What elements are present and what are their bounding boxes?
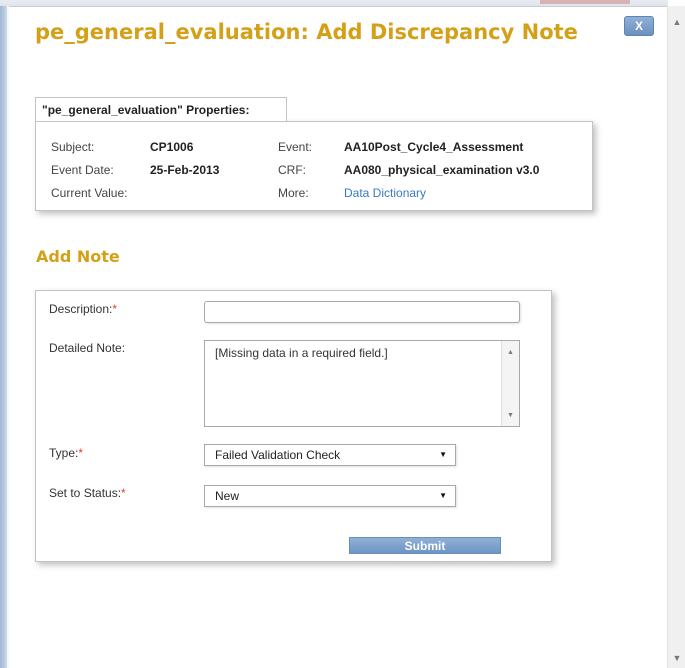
page-scrollbar[interactable]: ▲ ▼ xyxy=(667,6,685,668)
status-select-value: New xyxy=(215,489,240,503)
type-label: Type:* xyxy=(49,446,83,460)
dropdown-arrow-icon: ▼ xyxy=(439,450,447,459)
description-input[interactable] xyxy=(204,301,520,323)
crf-label: CRF: xyxy=(278,163,306,177)
detailed-note-label: Detailed Note: xyxy=(49,341,126,355)
properties-header: "pe_general_evaluation" Properties: xyxy=(35,97,287,121)
type-label-text: Type: xyxy=(49,446,79,460)
required-marker: * xyxy=(78,446,84,460)
add-note-heading: Add Note xyxy=(36,247,120,266)
event-date-label: Event Date: xyxy=(51,163,114,177)
event-date-value: 25-Feb-2013 xyxy=(150,163,220,177)
properties-panel: Subject: CP1006 Event Date: 25-Feb-2013 … xyxy=(35,121,593,211)
description-label-text: Description: xyxy=(49,302,113,316)
detailed-note-textarea[interactable]: [Missing data in a required field.] ▲ ▼ xyxy=(204,340,520,427)
current-value-label: Current Value: xyxy=(51,186,128,200)
type-select-value: Failed Validation Check xyxy=(215,448,341,462)
event-label: Event: xyxy=(278,140,313,154)
more-label: More: xyxy=(278,186,309,200)
data-dictionary-link[interactable]: Data Dictionary xyxy=(344,186,426,200)
description-label: Description:* xyxy=(49,302,117,316)
status-select[interactable]: New ▼ xyxy=(204,485,456,507)
event-value: AA10Post_Cycle4_Assessment xyxy=(344,140,524,154)
scroll-up-arrow-icon[interactable]: ▲ xyxy=(668,14,685,31)
required-marker: * xyxy=(121,486,126,500)
dropdown-arrow-icon: ▼ xyxy=(439,491,447,500)
dialog-title: pe_general_evaluation: Add Discrepancy N… xyxy=(35,20,578,44)
subject-label: Subject: xyxy=(51,140,95,154)
textarea-scroll-up-icon[interactable]: ▲ xyxy=(502,345,519,361)
window-left-edge xyxy=(0,6,9,668)
required-marker: * xyxy=(112,302,118,316)
subject-value: CP1006 xyxy=(150,140,194,154)
detailed-note-text: [Missing data in a required field.] xyxy=(215,346,388,360)
submit-button[interactable]: Submit xyxy=(349,537,501,554)
status-label: Set to Status:* xyxy=(49,486,126,500)
close-button[interactable]: X xyxy=(624,16,654,36)
detailed-note-scrollbar[interactable]: ▲ ▼ xyxy=(501,341,519,426)
crf-value: AA080_physical_examination v3.0 xyxy=(344,163,540,177)
type-select[interactable]: Failed Validation Check ▼ xyxy=(204,444,456,466)
scroll-down-arrow-icon[interactable]: ▼ xyxy=(668,650,685,667)
textarea-scroll-down-icon[interactable]: ▼ xyxy=(502,408,519,424)
add-note-form: Description:* Detailed Note: [Missing da… xyxy=(35,290,552,562)
status-label-text: Set to Status: xyxy=(49,486,122,500)
window-top-accent xyxy=(540,0,630,4)
